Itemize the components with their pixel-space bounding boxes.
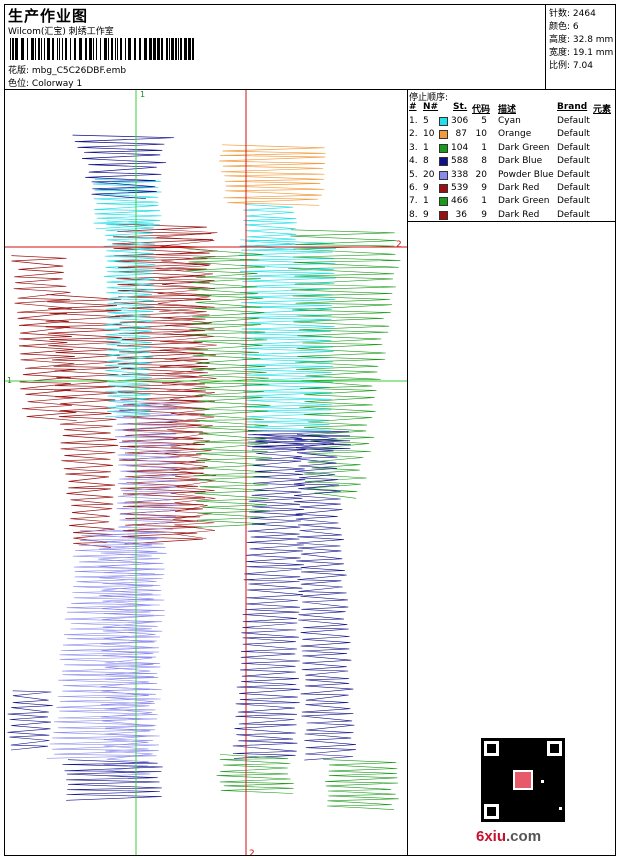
row-needle: 1 — [423, 196, 429, 207]
guide-label-left: 1 — [7, 376, 12, 385]
barcode — [10, 38, 194, 60]
row-index: 6. — [409, 183, 418, 193]
row-code: 10 — [475, 129, 487, 140]
row-stitches: 338 — [451, 169, 469, 180]
header: 生产作业图 Wilcom(汇宝) 刺绣工作室 花版: mbg_C5C26DBF.… — [4, 4, 545, 89]
panel-divider — [407, 89, 408, 856]
design-file-line: 花版: mbg_C5C26DBF.emb — [8, 63, 126, 76]
row-needle: 8 — [423, 156, 429, 167]
row-needle: 9 — [423, 209, 429, 220]
stitch-layer — [7, 134, 401, 810]
row-needle: 10 — [423, 129, 435, 140]
row-brand: Default — [557, 169, 590, 180]
row-needle: 9 — [423, 183, 429, 193]
row-description: Dark Blue — [498, 156, 543, 167]
row-stitches: 466 — [451, 196, 469, 207]
col-header-description: 描述 — [498, 105, 517, 115]
row-description: Powder Blue — [498, 169, 554, 180]
row-code: 1 — [481, 142, 487, 153]
color-swatch — [439, 210, 448, 220]
color-swatch — [439, 117, 448, 126]
row-code: 20 — [475, 169, 487, 180]
row-needle: 20 — [423, 169, 435, 180]
watermark-brand-name: 6xiu — [476, 828, 507, 845]
row-brand: Default — [557, 142, 590, 153]
row-description: Orange — [498, 129, 532, 140]
color-count: 颜色: 6 — [549, 22, 579, 32]
color-swatch — [439, 197, 448, 207]
design-width: 宽度: 19.1 mm — [549, 48, 614, 58]
row-needle: 1 — [423, 142, 429, 153]
row-code: 1 — [481, 196, 487, 207]
row-description: Dark Green — [498, 142, 550, 153]
colorway-line: 色位: Colorway 1 — [8, 76, 82, 89]
color-swatch — [439, 130, 448, 140]
colorway-label: 色位: — [8, 79, 32, 89]
row-index: 3. — [409, 142, 418, 153]
row-stitches: 539 — [451, 183, 469, 193]
color-swatch — [439, 157, 448, 167]
color-swatch — [439, 170, 448, 180]
row-stitches: 588 — [451, 156, 469, 167]
row-code: 8 — [481, 156, 487, 167]
guide-label-top: 1 — [140, 90, 145, 99]
color-swatch — [439, 143, 448, 153]
col-header-stitches: St. — [453, 102, 468, 112]
row-description: Dark Red — [498, 183, 540, 193]
col-header-code: 代码 — [472, 105, 491, 115]
stitch-count: 针数: 2464 — [549, 9, 596, 19]
col-header-index: # — [409, 102, 417, 112]
row-needle: 5 — [423, 116, 429, 126]
color-swatch — [439, 184, 448, 193]
design-file-label: 花版: — [8, 66, 32, 76]
row-brand: Default — [557, 116, 590, 126]
qr-code — [481, 738, 565, 822]
row-brand: Default — [557, 209, 590, 220]
row-description: Dark Red — [498, 209, 540, 220]
design-scale: 比例: 7.04 — [549, 61, 593, 71]
table-divider — [407, 221, 616, 222]
row-code: 5 — [481, 116, 487, 126]
col-header-needle: N# — [423, 102, 439, 112]
row-description: Dark Green — [498, 196, 550, 207]
embroidery-preview: 1 2 1 2 — [5, 90, 407, 855]
row-brand: Default — [557, 129, 590, 140]
col-header-element: 元素 — [593, 105, 612, 115]
row-code: 9 — [481, 209, 487, 220]
guide-label-right: 2 — [396, 240, 402, 250]
row-index: 2. — [409, 129, 418, 140]
design-stats: 针数: 2464 颜色: 6 高度: 32.8 mm 宽度: 19.1 mm 比… — [545, 4, 616, 89]
row-stitches: 87 — [455, 129, 467, 140]
company-name: Wilcom(汇宝) 刺绣工作室 — [8, 27, 114, 37]
colorway-value: Colorway 1 — [31, 79, 83, 89]
row-code: 9 — [481, 183, 487, 193]
row-stitches: 306 — [451, 116, 469, 126]
row-description: Cyan — [498, 116, 521, 126]
design-height: 高度: 32.8 mm — [549, 35, 614, 45]
guide-label-bottom: 2 — [249, 849, 255, 855]
row-index: 4. — [409, 156, 418, 167]
design-preview: 1 2 1 2 — [5, 90, 407, 855]
row-stitches: 36 — [455, 209, 467, 220]
row-index: 5. — [409, 169, 418, 180]
row-index: 7. — [409, 196, 418, 207]
col-header-brand: Brand — [557, 102, 588, 112]
row-index: 1. — [409, 116, 418, 126]
page-title: 生产作业图 — [8, 7, 89, 25]
row-index: 8. — [409, 209, 418, 220]
row-brand: Default — [557, 156, 590, 167]
row-brand: Default — [557, 183, 590, 193]
row-stitches: 104 — [451, 142, 469, 153]
watermark-brand-domain: .com — [506, 828, 542, 845]
row-brand: Default — [557, 196, 590, 207]
design-file-name: mbg_C5C26DBF.emb — [31, 66, 127, 76]
watermark-brand: 6xiu.com — [476, 828, 541, 845]
